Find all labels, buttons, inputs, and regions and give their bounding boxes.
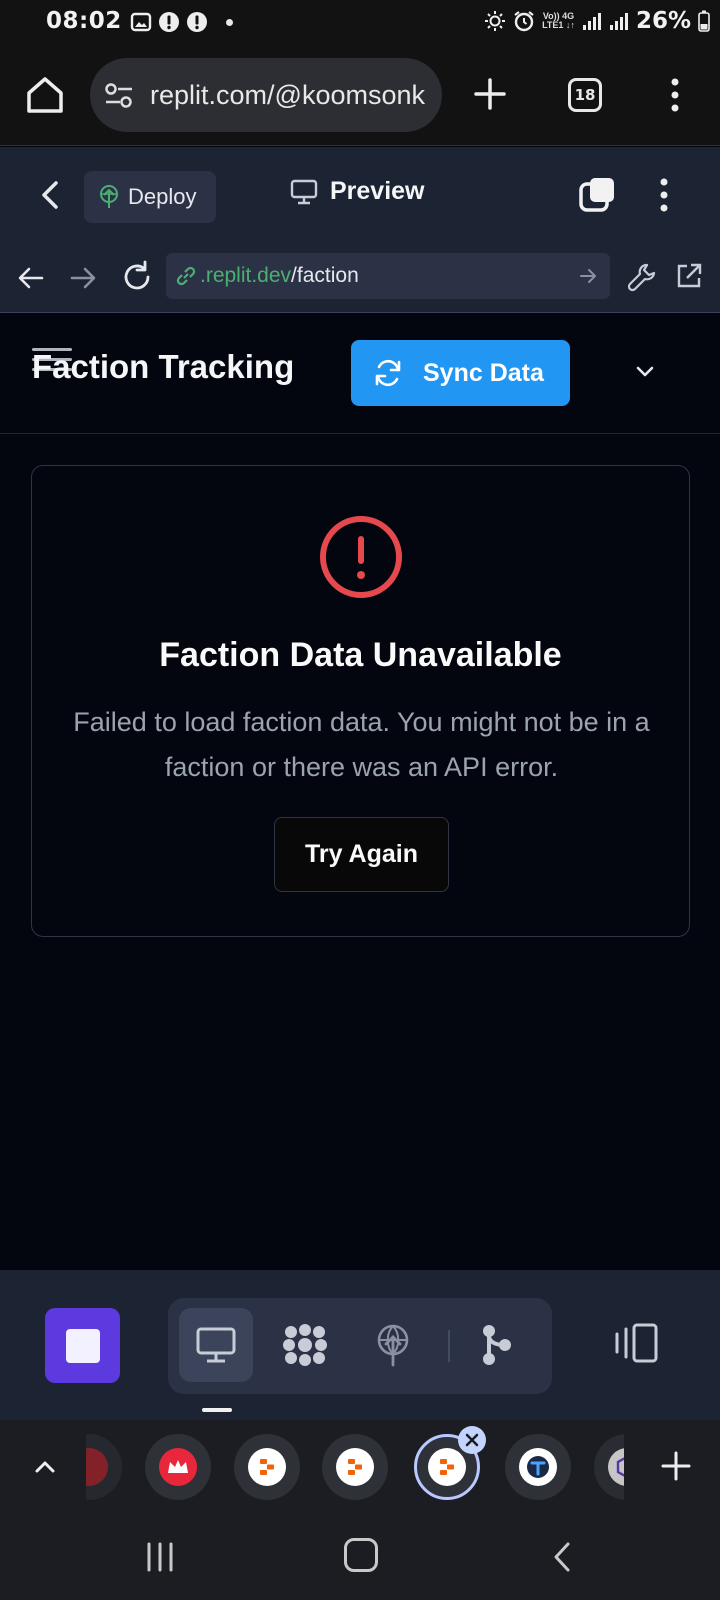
tab-thumbnail[interactable] — [594, 1434, 624, 1500]
network-type-icon: Vo)) 4G LTE1 ↓↑ — [542, 11, 575, 30]
replit-logo-icon — [260, 1459, 274, 1475]
tab-switcher-button[interactable]: 18 — [568, 78, 602, 112]
close-tab-button[interactable] — [458, 1426, 486, 1454]
more-notifications-dot — [226, 18, 233, 26]
system-navigation-bar — [0, 1520, 720, 1600]
stop-button[interactable] — [45, 1308, 120, 1383]
try-again-button[interactable]: Try Again — [274, 817, 449, 892]
agent-icon — [283, 1324, 327, 1366]
address-bar-url: replit.com/@koomsonk — [150, 80, 425, 110]
t-logo-icon — [527, 1456, 549, 1478]
notification-icons — [130, 11, 233, 33]
alert-icon — [187, 12, 207, 32]
open-external-icon[interactable] — [674, 261, 704, 291]
error-message: Failed to load faction data. You might n… — [73, 707, 650, 782]
dock-agent-tab[interactable] — [268, 1308, 342, 1382]
tab-thumbnail[interactable] — [145, 1434, 211, 1500]
recent-apps-icon[interactable] — [144, 1540, 176, 1574]
chevron-up-icon[interactable] — [30, 1452, 60, 1482]
deploy-button[interactable]: Deploy — [84, 171, 216, 223]
webview-url-text: .replit.dev/faction — [200, 264, 359, 287]
site-settings-icon[interactable] — [104, 82, 134, 110]
stop-icon — [65, 1328, 100, 1363]
webview-back-icon[interactable] — [16, 263, 46, 293]
tab-thumbnail[interactable] — [322, 1434, 388, 1500]
webview-navbar: .replit.dev/faction — [0, 243, 720, 313]
signal-icon — [582, 13, 601, 30]
address-bar[interactable]: replit.com/@koomsonk — [90, 58, 442, 132]
gallery-icon — [130, 12, 152, 32]
home-icon[interactable] — [24, 74, 66, 116]
go-arrow-icon[interactable] — [578, 266, 598, 286]
alarm-icon — [514, 11, 534, 32]
browser-toolbar: replit.com/@koomsonk 18 — [0, 46, 720, 146]
git-branch-icon — [483, 1325, 511, 1365]
hexagon-logo-icon — [616, 1457, 624, 1477]
dock-deploy-tab[interactable] — [356, 1308, 430, 1382]
sync-icon — [375, 359, 401, 387]
dock-preview-tab[interactable] — [179, 1308, 253, 1382]
browser-menu-icon[interactable] — [662, 76, 688, 114]
signal-icon — [609, 13, 628, 30]
more-menu-icon[interactable] — [652, 175, 676, 215]
reload-icon[interactable] — [120, 260, 154, 294]
chevron-down-icon[interactable] — [632, 358, 658, 384]
active-tab-indicator — [202, 1408, 232, 1412]
app-header: Faction Tracking Sync Data — [0, 314, 720, 434]
replit-logo-icon — [348, 1459, 362, 1475]
status-bar: 08:02 Vo)) 4G LTE1 ↓↑ 26% — [0, 0, 720, 46]
deploy-icon — [100, 185, 118, 208]
page-title: Faction Tracking — [32, 348, 295, 385]
add-tab-icon[interactable] — [660, 1450, 692, 1482]
dock-tool-group — [168, 1298, 552, 1394]
system-icons: Vo)) 4G LTE1 ↓↑ 26% — [484, 8, 710, 34]
deploy-label: Deploy — [128, 184, 197, 209]
multi-window-icon[interactable] — [578, 175, 618, 215]
system-back-icon[interactable] — [550, 1540, 574, 1574]
error-alert-icon — [320, 516, 402, 598]
link-icon — [176, 266, 196, 286]
tab-thumbnail[interactable] — [234, 1434, 300, 1500]
sync-data-label: Sync Data — [423, 358, 544, 387]
tab-thumbnail[interactable] — [505, 1434, 571, 1500]
brightness-icon — [485, 11, 506, 31]
deploy-icon — [377, 1324, 409, 1367]
home-button[interactable] — [344, 1538, 378, 1572]
status-time: 08:02 — [46, 8, 122, 34]
error-title: Faction Data Unavailable — [159, 636, 562, 674]
tab-thumbnail[interactable] — [86, 1434, 122, 1500]
replit-logo-icon — [440, 1459, 454, 1475]
split-view-icon[interactable] — [612, 1322, 660, 1364]
replit-dock — [0, 1270, 720, 1420]
back-chevron-icon[interactable] — [36, 177, 66, 213]
dock-separator — [448, 1330, 450, 1362]
alert-icon — [159, 12, 179, 32]
monitor-icon — [290, 179, 318, 204]
preview-tab[interactable]: Preview — [290, 177, 425, 206]
battery-percent: 26% — [635, 8, 691, 34]
monitor-icon — [196, 1327, 236, 1363]
crown-icon — [168, 1460, 188, 1473]
sync-data-button[interactable]: Sync Data — [351, 340, 570, 406]
webview-forward-icon[interactable] — [68, 263, 98, 293]
preview-label: Preview — [330, 177, 425, 205]
close-icon — [465, 1433, 479, 1447]
devtools-wrench-icon[interactable] — [626, 261, 658, 293]
battery-icon — [698, 10, 710, 32]
dock-git-tab[interactable] — [460, 1308, 534, 1382]
new-tab-icon[interactable] — [472, 76, 508, 112]
open-tabs-strip — [0, 1420, 720, 1520]
error-card: Faction Data Unavailable Failed to load … — [31, 465, 690, 937]
webview-url-field[interactable]: .replit.dev/faction — [166, 253, 610, 299]
replit-header: Deploy Preview — [0, 147, 720, 243]
